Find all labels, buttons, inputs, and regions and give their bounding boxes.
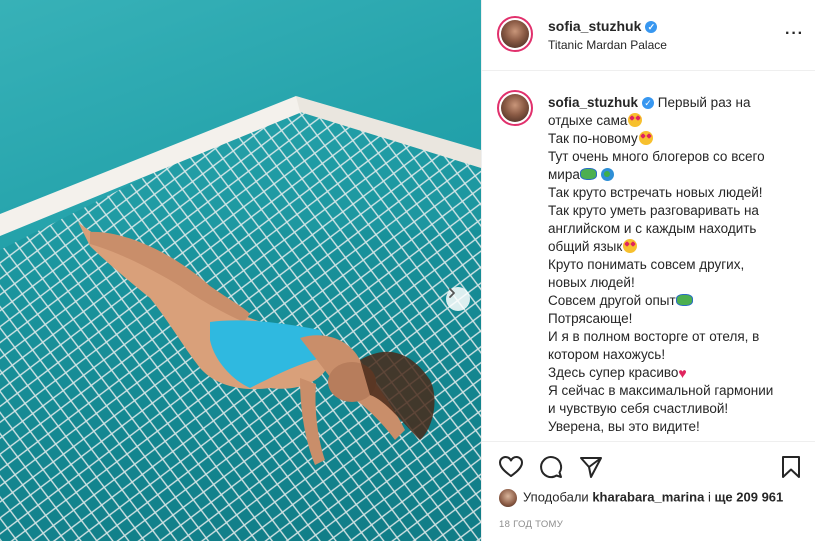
heart-icon[interactable]: [498, 454, 524, 480]
post-location[interactable]: Titanic Mardan Palace: [548, 38, 667, 52]
likes-middle: і: [704, 489, 715, 505]
instagram-post: sofia_stuzhuk ✓ Titanic Mardan Palace ···…: [0, 0, 815, 541]
author-username[interactable]: sofia_stuzhuk ✓: [548, 18, 658, 34]
verified-badge-icon: ✓: [645, 21, 658, 34]
caption-author-avatar[interactable]: [497, 90, 533, 126]
post-sidebar: sofia_stuzhuk ✓ Titanic Mardan Palace ···…: [481, 0, 815, 541]
caption-line: Так круто уметь разговаривать на: [548, 203, 759, 218]
verified-badge-icon: ✓: [642, 97, 655, 110]
caption-line: Тут очень много блогеров со всего: [548, 149, 765, 164]
post-timestamp[interactable]: 18 ГОД ТОМУ: [499, 519, 563, 530]
caption-line: Совсем другой опыт: [548, 293, 676, 308]
caption-line: Здесь супер красиво: [548, 365, 679, 380]
caption-line: Я сейчас в максимальной гармонии: [548, 383, 774, 398]
post-photo[interactable]: [0, 0, 481, 541]
caption-line: Потрясающе!: [548, 311, 633, 326]
globe-emoji-icon: [600, 168, 614, 181]
caption-line: Так по-новому: [548, 131, 638, 146]
caption-line: и чувствую себя счастливой!: [548, 401, 729, 416]
heart-eyes-emoji-icon: [623, 239, 638, 253]
post-actions: Уподобали kharabara_marina і ще 209 961 …: [482, 441, 815, 541]
flying-saucer-emoji-icon: [675, 294, 693, 306]
caption-line: Так круто встречать новых людей!: [548, 185, 763, 200]
red-heart-emoji-icon: ♥: [678, 365, 687, 381]
caption-line: общий язык: [548, 239, 623, 254]
caption-line: мира: [548, 167, 580, 182]
bookmark-icon[interactable]: [778, 454, 804, 480]
caption-line: Круто понимать совсем других,: [548, 257, 745, 272]
more-options-icon[interactable]: ···: [785, 25, 804, 43]
liker-username[interactable]: kharabara_marina: [592, 489, 704, 504]
likes-summary[interactable]: Уподобали kharabara_marina і ще 209 961: [499, 489, 783, 507]
share-icon[interactable]: [578, 454, 604, 480]
post-header: sofia_stuzhuk ✓ Titanic Mardan Palace ···: [482, 0, 815, 71]
caption-line: английском и с каждым находить: [548, 221, 757, 236]
author-username-text[interactable]: sofia_stuzhuk: [548, 18, 641, 34]
chevron-right-icon: [449, 288, 455, 298]
caption-line: Уверена, вы это видите!: [548, 419, 700, 434]
caption-line: котором нахожусь!: [548, 347, 666, 362]
liker-avatar[interactable]: [499, 489, 517, 507]
photo-illustration: [0, 0, 481, 541]
caption-username[interactable]: sofia_stuzhuk: [548, 95, 638, 110]
caption-line: новых людей!: [548, 275, 635, 290]
likes-count[interactable]: ще 209 961: [714, 489, 783, 504]
author-avatar[interactable]: [497, 16, 533, 52]
caption-line: Первый раз на: [657, 95, 751, 110]
post-caption: sofia_stuzhuk ✓ Первый раз на отдыхе сама…: [548, 94, 798, 436]
flying-saucer-emoji-icon: [579, 168, 597, 180]
heart-eyes-emoji-icon: [638, 131, 653, 145]
comment-icon[interactable]: [538, 454, 564, 480]
caption-line: И я в полном восторге от отеля, в: [548, 329, 760, 344]
heart-eyes-emoji-icon: [628, 113, 643, 127]
likes-prefix: Уподобали: [523, 489, 593, 505]
next-photo-button[interactable]: [446, 287, 470, 311]
caption-line: отдыхе сама: [548, 113, 628, 128]
